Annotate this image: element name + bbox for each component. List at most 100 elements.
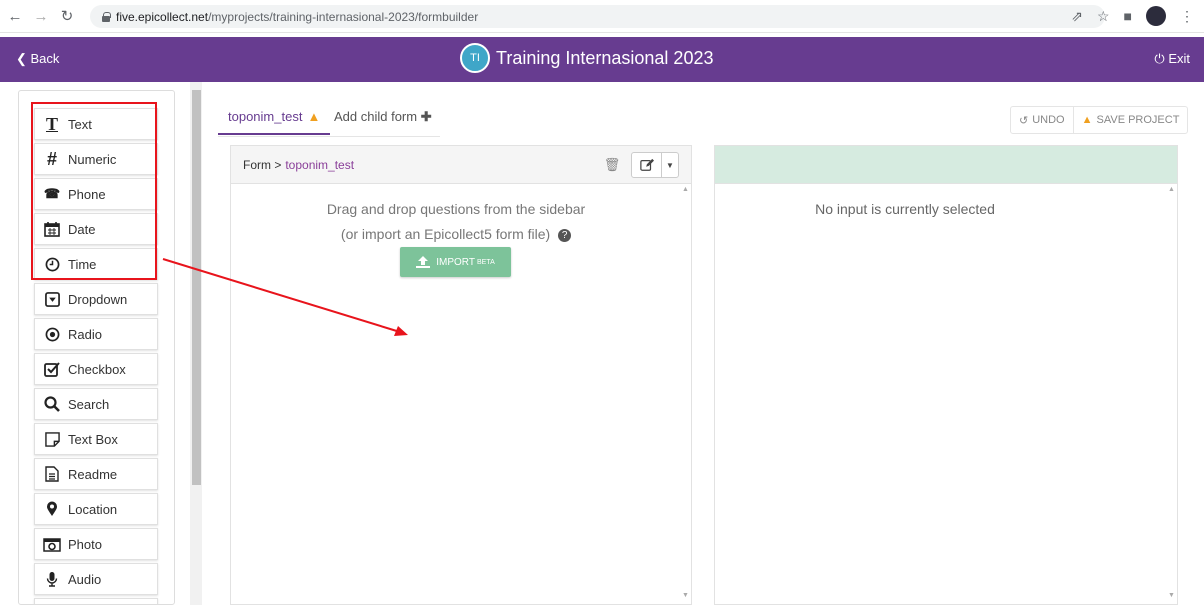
import-button[interactable]: IMPORT BETA — [400, 247, 511, 277]
address-bar[interactable]: five.epicollect.net/myprojects/training-… — [90, 5, 1105, 28]
radio-icon — [43, 325, 61, 343]
undo-button[interactable]: ↺ UNDO — [1011, 107, 1073, 133]
question-label: Dropdown — [68, 291, 128, 307]
question-location[interactable]: Location — [34, 493, 158, 525]
form-edit-group: ▼ — [631, 152, 679, 178]
browser-toolbar: ← → ↻ five.epicollect.net/myprojects/tra… — [0, 0, 1204, 33]
question-search[interactable]: Search — [34, 388, 158, 420]
question-checkbox[interactable]: Checkbox — [34, 353, 158, 385]
breadcrumb-form-name[interactable]: toponim_test — [285, 158, 354, 172]
import-instructions-text: (or import an Epicollect5 form file) — [340, 226, 551, 242]
question-next[interactable] — [34, 598, 158, 604]
more-menu-icon[interactable]: ⋮ — [1180, 8, 1194, 25]
sidebar-scroll-thumb[interactable] — [192, 90, 201, 485]
undo-label: UNDO — [1032, 114, 1065, 126]
microphone-icon — [43, 570, 61, 588]
url-host: five.epicollect.net — [116, 9, 209, 24]
hash-icon: # — [46, 148, 57, 169]
question-label: Numeric — [68, 151, 117, 167]
question-label: Location — [68, 501, 118, 517]
question-numeric[interactable]: # Numeric — [34, 143, 158, 175]
question-radio[interactable]: Radio — [34, 318, 158, 350]
form-canvas-panel: Form > toponim_test 🗑 ▼ Drag and drop qu… — [230, 145, 692, 605]
location-pin-icon — [43, 500, 61, 518]
question-date[interactable]: Date — [34, 213, 158, 245]
question-phone[interactable]: ☎ Phone — [34, 178, 158, 210]
text-icon: T — [45, 113, 58, 134]
lock-icon — [102, 12, 111, 22]
question-label: Text Box — [68, 431, 118, 447]
chevron-down-icon[interactable]: ▼ — [662, 153, 678, 177]
project-avatar: TI — [460, 43, 490, 73]
back-arrow-icon[interactable]: ← — [4, 5, 26, 27]
question-label: Checkbox — [68, 361, 126, 377]
question-label: Readme — [68, 466, 118, 482]
question-readme[interactable]: Readme — [34, 458, 158, 490]
scroll-down-icon[interactable]: ▼ — [1168, 592, 1175, 599]
drag-instructions: Drag and drop questions from the sidebar — [326, 201, 586, 217]
browser-actions: ⇗ ☆ ■ ⋮ — [1071, 6, 1194, 26]
warning-icon: ▲ — [307, 109, 321, 124]
edit-icon — [639, 158, 654, 171]
question-time[interactable]: Time — [34, 248, 158, 280]
trash-icon[interactable]: 🗑 — [600, 153, 624, 177]
undo-icon: ↺ — [1019, 114, 1029, 127]
tabs-divider — [218, 136, 440, 137]
breadcrumb-root: Form > — [243, 157, 282, 172]
add-child-form-tab[interactable]: Add child form ✚ — [334, 109, 432, 125]
camera-icon — [43, 535, 61, 553]
tab-label: Add child form — [334, 109, 418, 124]
input-details-panel: No input is currently selected ▲ ▼ — [714, 145, 1178, 605]
sidepanel-icon[interactable]: ■ — [1124, 8, 1132, 24]
textbox-icon — [43, 430, 61, 448]
question-label: Audio — [68, 571, 102, 587]
save-project-button[interactable]: ▲ SAVE PROJECT — [1072, 107, 1188, 133]
question-label: Phone — [68, 186, 106, 202]
project-title-area: TI Training Internasional 2023 — [460, 43, 713, 73]
phone-icon: ☎ — [43, 186, 61, 201]
scroll-up-icon[interactable]: ▲ — [682, 186, 689, 193]
question-label: Radio — [68, 326, 102, 342]
question-textbox[interactable]: Text Box — [34, 423, 158, 455]
details-scrollbar[interactable]: ▲ ▼ — [1165, 184, 1177, 604]
beta-badge: BETA — [476, 258, 495, 266]
warning-icon: ▲ — [1081, 114, 1093, 126]
back-button[interactable]: ❮ Back — [16, 51, 59, 67]
search-icon — [43, 395, 61, 413]
reload-icon[interactable]: ↻ — [56, 5, 78, 27]
question-label: Photo — [68, 536, 102, 552]
question-audio[interactable]: Audio — [34, 563, 158, 595]
question-label: Search — [68, 396, 110, 412]
plus-icon: ✚ — [420, 109, 432, 124]
exit-button[interactable]: ⏻ Exit — [1154, 51, 1190, 67]
url-path: /myprojects/training-internasional-2023/… — [208, 9, 479, 24]
share-icon[interactable]: ⇗ — [1071, 8, 1083, 25]
no-input-message: No input is currently selected — [815, 201, 995, 217]
profile-avatar-icon[interactable] — [1146, 6, 1166, 26]
exit-label: Exit — [1168, 51, 1190, 66]
tab-form-toponim[interactable]: toponim_test ▲ — [218, 105, 331, 135]
edit-button[interactable] — [632, 153, 662, 177]
dropdown-icon — [43, 290, 61, 308]
bookmark-star-icon[interactable]: ☆ — [1097, 8, 1110, 25]
question-label: Date — [68, 221, 96, 237]
question-label: Time — [68, 256, 97, 272]
form-scrollbar[interactable]: ▲ ▼ — [679, 184, 691, 604]
question-dropdown[interactable]: Dropdown — [34, 283, 158, 315]
question-sidebar: T Text # Numeric ☎ Phone Date Time Dropd… — [18, 90, 175, 605]
import-label: IMPORT — [436, 256, 475, 268]
import-instructions: (or import an Epicollect5 form file) ? — [231, 226, 681, 242]
save-label: SAVE PROJECT — [1096, 114, 1180, 126]
question-photo[interactable]: Photo — [34, 528, 158, 560]
app-header: ❮ Back TI Training Internasional 2023 ⏻ … — [0, 37, 1204, 82]
question-text[interactable]: T Text — [34, 108, 158, 140]
question-label: Text — [68, 116, 92, 132]
calendar-icon — [43, 220, 61, 238]
back-label: Back — [30, 51, 60, 66]
clock-icon — [43, 255, 61, 273]
scroll-down-icon[interactable]: ▼ — [682, 592, 689, 599]
tab-label: toponim_test — [228, 109, 303, 124]
help-icon[interactable]: ? — [558, 228, 572, 242]
scroll-up-icon[interactable]: ▲ — [1168, 186, 1175, 193]
forward-arrow-icon[interactable]: → — [30, 5, 52, 27]
